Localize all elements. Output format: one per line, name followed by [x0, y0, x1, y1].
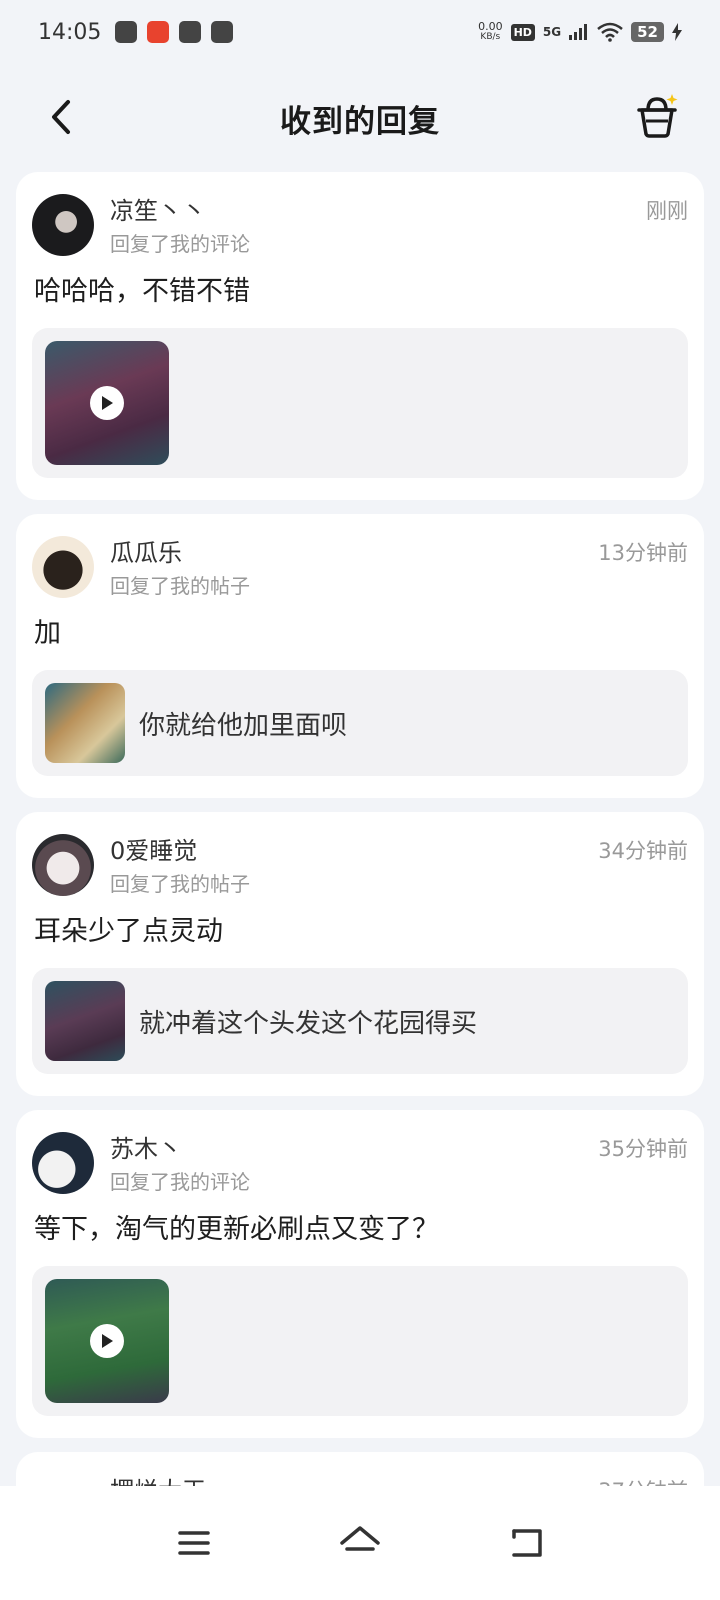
back-nav-icon[interactable] [502, 1519, 550, 1567]
system-nav-bar [0, 1486, 720, 1600]
reply-card[interactable]: 瓜瓜乐 回复了我的帖子 13分钟前 加 你就给他加里面呗 [16, 514, 704, 798]
post-thumbnail [45, 683, 125, 763]
status-indicators: 0.00 KB/s HD 5G 52 [478, 21, 682, 43]
reply-text: 加 [34, 618, 61, 649]
user-name[interactable]: 瓜瓜乐 [110, 536, 598, 570]
reply-card[interactable]: 0爱睡觉 回复了我的帖子 34分钟前 耳朵少了点灵动 就冲着这个头发这个花园得买 [16, 812, 704, 1096]
network-speed: 0.00 KB/s [478, 20, 503, 42]
signal-5g-icon: 5G [542, 25, 562, 39]
header: 收到的回复 [0, 70, 720, 166]
chevron-left-icon[interactable] [42, 94, 82, 140]
user-name[interactable]: 凉笙丶丶 [110, 194, 646, 228]
reply-card[interactable]: 凉笙丶丶 回复了我的评论 刚刚 哈哈哈，不错不错 [16, 172, 704, 500]
play-icon[interactable] [90, 386, 124, 420]
page-title: 收到的回复 [280, 103, 440, 140]
reply-text: 哈哈哈，不错不错 [34, 276, 250, 307]
avatar[interactable] [32, 1132, 94, 1194]
status-bar: 14:05 0.00 KB/s HD 5G 52 [0, 0, 720, 64]
video-thumbnail[interactable] [45, 1279, 169, 1403]
wifi-icon [597, 22, 623, 42]
reply-action: 回复了我的帖子 [110, 872, 250, 896]
home-icon[interactable] [336, 1519, 384, 1567]
app-notification-icon [115, 21, 138, 43]
reply-time: 35分钟前 [598, 1137, 688, 1161]
avatar[interactable] [32, 536, 94, 598]
video-thumbnail[interactable] [45, 341, 169, 465]
app-notification-icon [147, 21, 170, 43]
quoted-content[interactable] [32, 1266, 688, 1416]
status-app-icons [115, 21, 234, 43]
user-name[interactable]: 0爱睡觉 [110, 834, 598, 868]
basket-sparkle-icon[interactable] [634, 92, 680, 140]
menu-icon[interactable] [170, 1519, 218, 1567]
quoted-text: 你就给他加里面呗 [139, 710, 348, 741]
reply-action: 回复了我的评论 [110, 232, 250, 256]
quoted-content[interactable]: 就冲着这个头发这个花园得买 [32, 968, 688, 1074]
post-thumbnail [45, 981, 125, 1061]
status-time: 14:05 [38, 19, 102, 45]
reply-text: 耳朵少了点灵动 [34, 916, 223, 947]
reply-time: 13分钟前 [598, 541, 688, 565]
hd-icon: HD [510, 23, 535, 41]
avatar[interactable] [32, 834, 94, 896]
avatar[interactable] [32, 194, 94, 256]
battery-indicator: 52 [631, 22, 664, 42]
reply-action: 回复了我的评论 [110, 1170, 250, 1194]
quoted-content[interactable]: 你就给他加里面呗 [32, 670, 688, 776]
reply-time: 刚刚 [646, 199, 688, 223]
reply-list: 凉笙丶丶 回复了我的评论 刚刚 哈哈哈，不错不错 瓜瓜乐 回复了我的帖子 13分… [16, 172, 704, 1546]
charging-icon [672, 23, 682, 41]
reply-card[interactable]: 苏木丶 回复了我的评论 35分钟前 等下，淘气的更新必刷点又变了？ [16, 1110, 704, 1438]
play-icon[interactable] [90, 1324, 124, 1358]
user-name[interactable]: 苏木丶 [110, 1132, 598, 1166]
quoted-content[interactable] [32, 328, 688, 478]
reply-text: 等下，淘气的更新必刷点又变了？ [34, 1214, 439, 1245]
signal-bars-icon [569, 24, 588, 40]
quoted-text: 就冲着这个头发这个花园得买 [139, 1008, 478, 1039]
reply-time: 34分钟前 [598, 839, 688, 863]
app-notification-icon [211, 21, 234, 43]
app-notification-icon [179, 21, 202, 43]
reply-action: 回复了我的帖子 [110, 574, 250, 598]
